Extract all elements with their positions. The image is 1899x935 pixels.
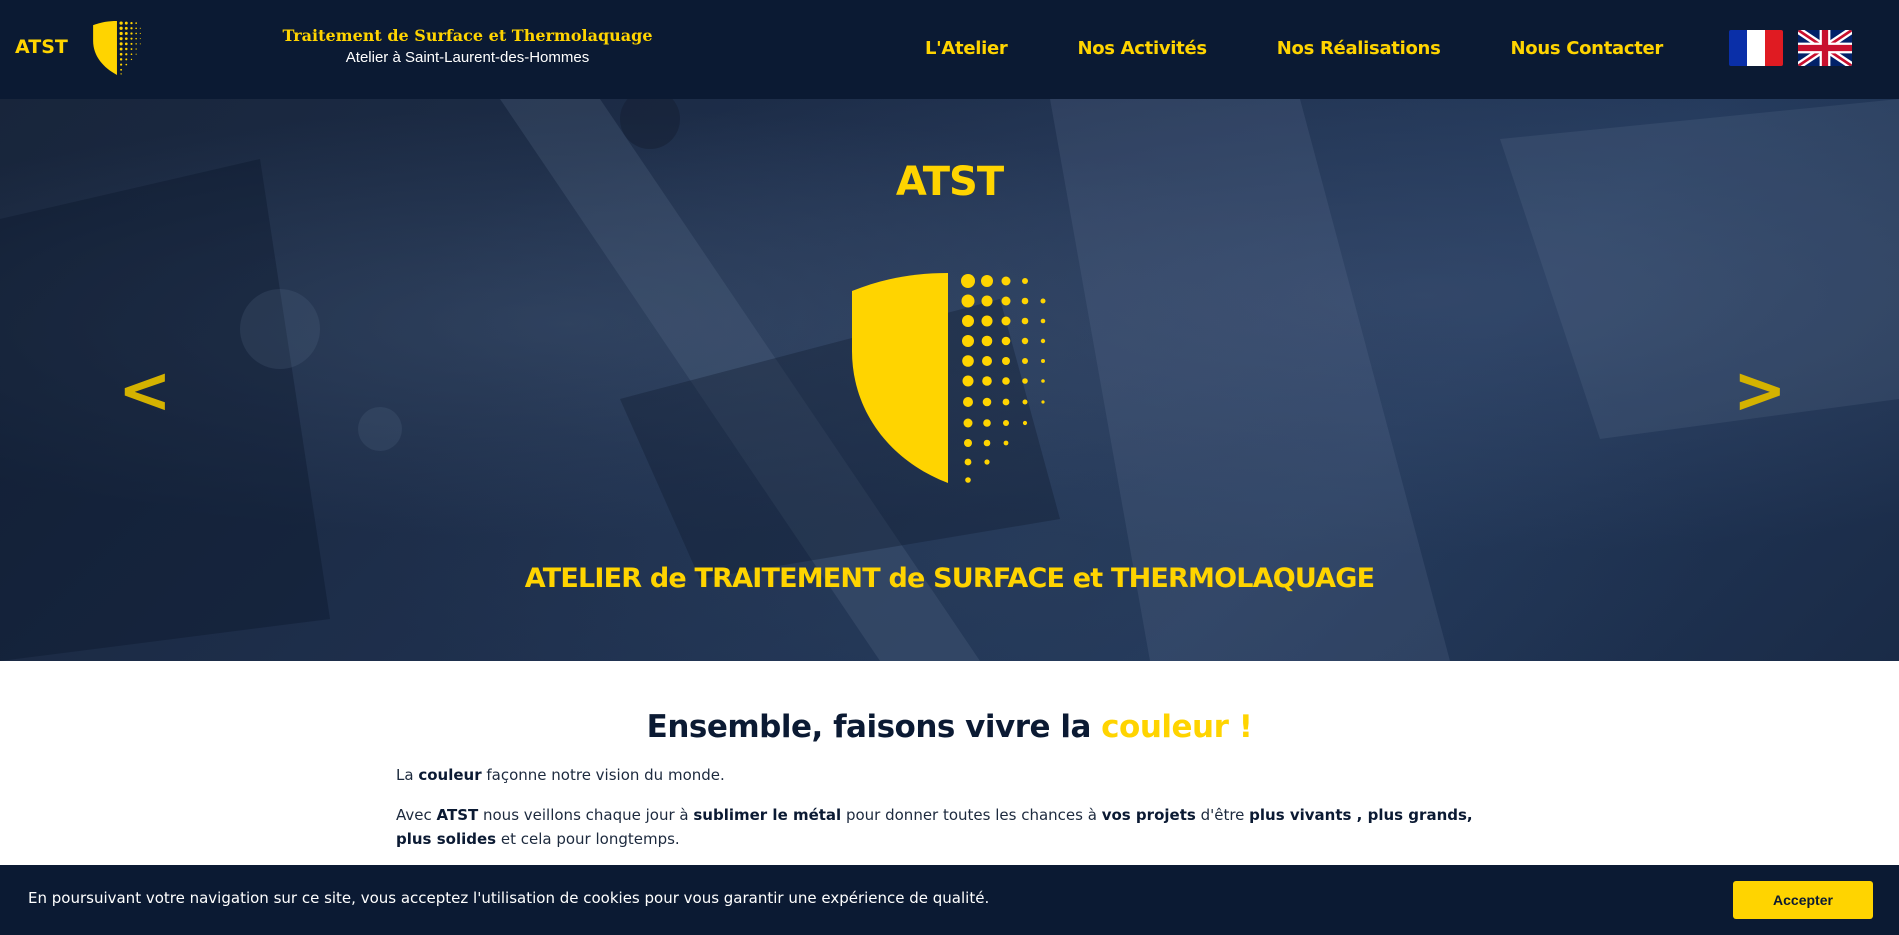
text: pour donner toutes les chances à xyxy=(841,806,1102,824)
intro-heading-text: Ensemble, faisons vivre la xyxy=(646,709,1102,745)
nav-item-realisations[interactable]: Nos Réalisations xyxy=(1277,38,1441,59)
cookie-banner: En poursuivant votre navigation sur ce s… xyxy=(0,865,1899,935)
main-nav: L'Atelier Nos Activités Nos Réalisations… xyxy=(925,38,1733,59)
intro-paragraph-1: La couleur façonne notre vision du monde… xyxy=(396,763,1506,787)
text: Avec xyxy=(396,806,437,824)
nav-item-atelier[interactable]: L'Atelier xyxy=(925,38,1008,59)
text: façonne notre vision du monde. xyxy=(481,766,725,784)
intro-section: Ensemble, faisons vivre la couleur ! La … xyxy=(0,661,1899,851)
uk-flag-icon[interactable] xyxy=(1798,30,1852,66)
intro-heading: Ensemble, faisons vivre la couleur ! xyxy=(0,709,1899,745)
text: et cela pour longtemps. xyxy=(496,830,680,848)
tagline-title: Traitement de Surface et Thermolaquage xyxy=(282,26,653,45)
intro-heading-accent: couleur ! xyxy=(1101,709,1253,745)
text: d'être xyxy=(1195,806,1250,824)
slider-next-button[interactable]: > xyxy=(1733,354,1787,428)
nav-item-activites[interactable]: Nos Activités xyxy=(1077,38,1207,59)
text: La xyxy=(396,766,419,784)
hero-shield-logo-icon xyxy=(852,273,1046,483)
hero-title: ATST xyxy=(895,159,1004,205)
site-header: ATST Traitement de Surface et Thermolaqu… xyxy=(0,0,1899,99)
tagline-location: Atelier à Saint-Laurent-des-Hommes xyxy=(345,49,590,66)
nav-item-contact[interactable]: Nous Contacter xyxy=(1510,38,1663,59)
bold-text: couleur xyxy=(418,766,482,784)
shield-logo-icon[interactable] xyxy=(90,20,146,76)
slider-prev-button[interactable]: < xyxy=(118,354,172,428)
accept-cookies-button[interactable]: Accepter xyxy=(1733,881,1873,919)
cookie-message: En poursuivant votre navigation sur ce s… xyxy=(28,889,990,907)
brand-name[interactable]: ATST xyxy=(15,36,68,58)
bold-text: ATST xyxy=(436,806,479,824)
bold-text: vos projets xyxy=(1101,806,1196,824)
fr-flag-icon[interactable] xyxy=(1729,30,1783,66)
intro-paragraph-2: Avec ATST nous veillons chaque jour à su… xyxy=(396,803,1506,851)
header-tagline: Traitement de Surface et Thermolaquage A… xyxy=(250,26,685,66)
hero-slider: ATST < > ATELIER de TRAITEMENT de SURFAC… xyxy=(0,99,1899,661)
bold-text: sublimer le métal xyxy=(693,806,842,824)
hero-subtitle: ATELIER de TRAITEMENT de SURFACE et THER… xyxy=(524,563,1375,594)
text: nous veillons chaque jour à xyxy=(478,806,694,824)
